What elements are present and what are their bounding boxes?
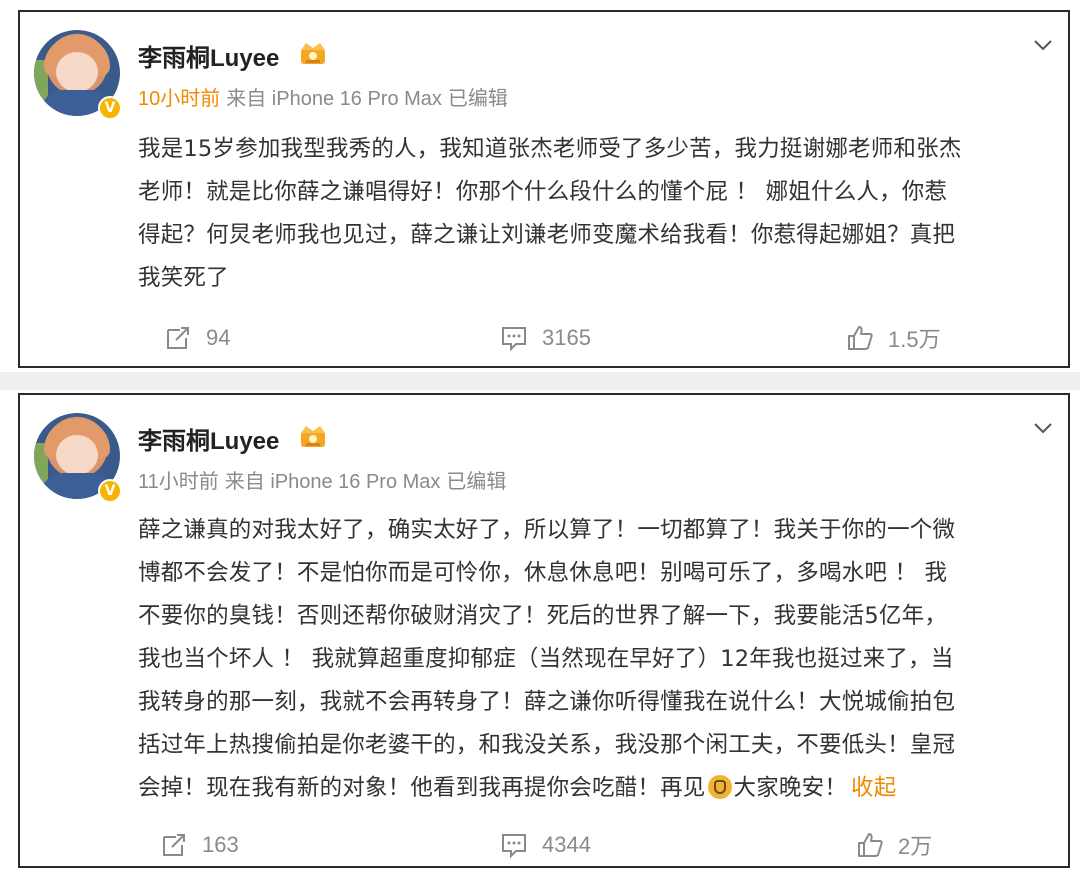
comment-icon — [502, 327, 526, 352]
feed-divider — [0, 372, 1080, 390]
post-source: 来自 iPhone 16 Pro Max — [226, 88, 442, 110]
post-text-line: 博都不会发了！不是怕你而是可怜你，休息休息吧！别喝可乐了，多喝水吧 ！ 我 — [138, 560, 948, 586]
repost-icon — [167, 327, 189, 349]
like-count: 1.5万 — [888, 327, 941, 352]
crown-icon[interactable] — [298, 40, 328, 66]
like-button[interactable]: 2万 — [856, 825, 932, 865]
post-body: 我是15岁参加我型我秀的人，我知道张杰老师受了多少苦，我力挺谢娜老师和张杰 老师… — [138, 128, 1058, 300]
comment-button[interactable]: 4344 — [500, 825, 591, 865]
post-actions: 163 4344 2万 — [20, 825, 1068, 865]
post-text-line: 我转身的那一刻，我就不会再转身了！薛之谦你听得懂我在说什么！大悦城偷拍包 — [138, 689, 956, 715]
post-time[interactable]: 10小时前 — [138, 88, 220, 110]
edited-label[interactable]: 已编辑 — [446, 471, 506, 493]
repost-count: 94 — [206, 325, 231, 350]
post-meta: 10小时前 来自 iPhone 16 Pro Max 已编辑 — [138, 82, 508, 111]
post-text-line: 我笑死了 — [138, 265, 229, 291]
post-source: 来自 iPhone 16 Pro Max — [224, 471, 441, 493]
post-meta: 11小时前 来自 iPhone 16 Pro Max 已编辑 — [138, 465, 506, 494]
post-text-line: 薛之谦真的对我太好了，确实太好了，所以算了！一切都算了！我关于你的一个微 — [138, 517, 956, 543]
comment-icon — [502, 834, 526, 859]
repost-button[interactable]: 163 — [160, 825, 239, 865]
weibo-post-card: V 李雨桐Luyee 11小时前 来自 iPhone 16 Pro Max 已编辑 … — [18, 393, 1070, 868]
like-count: 2万 — [898, 834, 933, 859]
post-text-tail: 大家晚安！ — [733, 775, 848, 801]
edited-label[interactable]: 已编辑 — [448, 88, 508, 110]
post-text-line: 得起？何炅老师我也见过，薛之谦让刘谦老师变魔术给我看！你惹得起娜姐？真把 — [138, 222, 956, 248]
username[interactable]: 李雨桐Luyee — [138, 421, 279, 456]
repost-icon — [163, 834, 185, 856]
chevron-down-icon[interactable] — [1032, 417, 1054, 439]
post-text-line: 我也当个坏人 ！ 我就算超重度抑郁症（当然现在早好了）12年我也挺过来了，当 — [138, 646, 954, 672]
username[interactable]: 李雨桐Luyee — [138, 38, 279, 73]
verified-badge-icon: V — [98, 479, 122, 503]
post-text-line: 会掉！现在我有新的对象！他看到我再提你会吃醋！再见 — [138, 775, 706, 801]
post-text-last-line: 会掉！现在我有新的对象！他看到我再提你会吃醋！再见 大家晚安！ 收起 — [138, 767, 1058, 810]
post-actions: 94 3165 1.5万 — [20, 318, 1068, 358]
post-text-line: 括过年上热搜偷拍是你老婆干的，和我没关系，我没那个闲工夫，不要低头！皇冠 — [138, 732, 956, 758]
post-time[interactable]: 11小时前 — [138, 471, 219, 493]
thumbs-up-icon — [858, 833, 883, 857]
comment-count: 4344 — [542, 832, 591, 857]
crown-icon[interactable] — [298, 423, 328, 449]
verified-badge-icon: V — [98, 96, 122, 120]
repost-button[interactable]: 94 — [164, 318, 230, 358]
post-text-line: 我是15岁参加我型我秀的人，我知道张杰老师受了多少苦，我力挺谢娜老师和张杰 — [138, 136, 962, 162]
thumbs-up-icon — [848, 326, 873, 350]
post-body: 薛之谦真的对我太好了，确实太好了，所以算了！一切都算了！我关于你的一个微 博都不… — [138, 509, 1058, 810]
collapse-link[interactable]: 收起 — [851, 775, 896, 801]
clap-hands-emoji-icon — [707, 775, 732, 799]
post-text-line: 不要你的臭钱！否则还帮你破财消灾了！死后的世界了解一下，我要能活5亿年， — [138, 603, 948, 629]
weibo-post-card: V 李雨桐Luyee 10小时前 来自 iPhone 16 Pro Max 已编辑 … — [18, 10, 1070, 368]
comment-button[interactable]: 3165 — [500, 318, 591, 358]
like-button[interactable]: 1.5万 — [846, 318, 941, 358]
comment-count: 3165 — [542, 325, 591, 350]
repost-count: 163 — [202, 832, 239, 857]
post-text-line: 老师！就是比你薛之谦唱得好！你那个什么段什么的懂个屁 ！ 娜姐什么人，你惹 — [138, 179, 948, 205]
chevron-down-icon[interactable] — [1032, 34, 1054, 56]
